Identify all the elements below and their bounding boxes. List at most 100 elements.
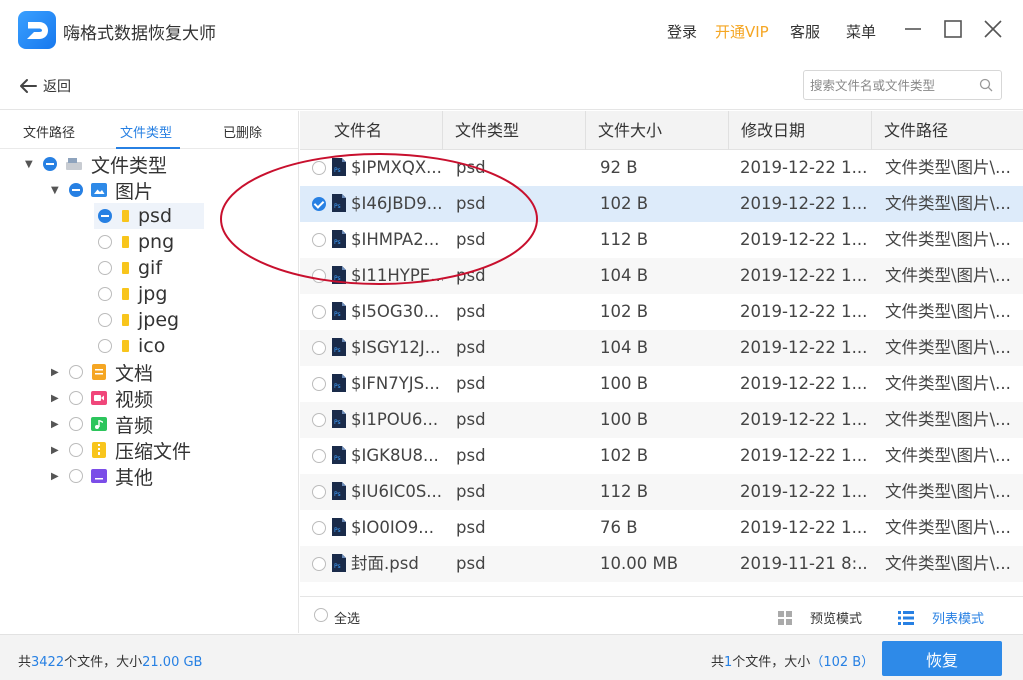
psd-checkbox[interactable] bbox=[98, 209, 112, 223]
column-header-size[interactable]: 文件大小 bbox=[586, 111, 729, 150]
tree-item-images[interactable]: ▼ 图片 bbox=[51, 177, 153, 203]
row-checkbox[interactable] bbox=[312, 305, 326, 319]
collapsed-arrow-icon[interactable]: ▶ bbox=[51, 367, 61, 378]
archive-checkbox[interactable] bbox=[69, 443, 83, 457]
column-header-name[interactable]: 文件名 bbox=[322, 111, 443, 150]
expanded-arrow-icon[interactable]: ▼ bbox=[25, 159, 35, 170]
search-input[interactable] bbox=[810, 76, 970, 94]
gif-checkbox[interactable] bbox=[98, 261, 112, 275]
close-icon[interactable] bbox=[982, 18, 1004, 40]
cell-file-name: $I1POU6... bbox=[351, 410, 439, 429]
search-icon[interactable] bbox=[979, 78, 993, 92]
svg-text:Ps: Ps bbox=[334, 419, 341, 426]
svg-text:Ps: Ps bbox=[334, 491, 341, 498]
tree-item-jpeg[interactable]: jpeg bbox=[98, 307, 179, 333]
search-box[interactable] bbox=[803, 70, 1002, 100]
row-checkbox[interactable] bbox=[312, 197, 326, 211]
tree-other-label: 其他 bbox=[115, 466, 154, 489]
images-checkbox[interactable] bbox=[69, 183, 83, 197]
tree-item-gif[interactable]: gif bbox=[98, 255, 162, 281]
minimize-icon[interactable] bbox=[902, 18, 924, 40]
row-checkbox[interactable] bbox=[312, 521, 326, 535]
table-row[interactable]: Ps $I1POU6... psd 100 B 2019-12-22 1... 文件类型\… bbox=[300, 402, 1023, 438]
selected-size: （102 B） bbox=[810, 655, 875, 670]
tree-item-jpg[interactable]: jpg bbox=[98, 281, 167, 307]
row-checkbox[interactable] bbox=[312, 557, 326, 571]
row-checkbox[interactable] bbox=[312, 341, 326, 355]
row-checkbox[interactable] bbox=[312, 485, 326, 499]
table-row[interactable]: Ps $IO0IO9... psd 76 B 2019-12-22 1... 文件类型\图… bbox=[300, 510, 1023, 546]
cell-file-size: 100 B bbox=[600, 410, 649, 429]
tree-item-other[interactable]: ▶ 其他 bbox=[51, 463, 153, 489]
jpg-checkbox[interactable] bbox=[98, 287, 112, 301]
table-row[interactable]: Ps $IGK8U8... psd 102 B 2019-12-22 1... 文件类型\… bbox=[300, 438, 1023, 474]
collapsed-arrow-icon[interactable]: ▶ bbox=[51, 445, 61, 456]
documents-checkbox[interactable] bbox=[69, 365, 83, 379]
archive-folder-icon bbox=[92, 442, 106, 458]
cell-file-path: 文件类型\图片\... bbox=[885, 266, 1011, 285]
row-checkbox[interactable] bbox=[312, 449, 326, 463]
recover-button[interactable]: 恢复 bbox=[882, 641, 1002, 676]
audio-checkbox[interactable] bbox=[69, 417, 83, 431]
expanded-arrow-icon[interactable]: ▼ bbox=[51, 185, 61, 196]
png-checkbox[interactable] bbox=[98, 235, 112, 249]
cell-file-name: $IPMXQX... bbox=[351, 158, 442, 177]
collapsed-arrow-icon[interactable]: ▶ bbox=[51, 419, 61, 430]
cell-file-path: 文件类型\图片\... bbox=[885, 482, 1011, 501]
table-row[interactable]: Ps $IU6IC0S... psd 112 B 2019-12-22 1... 文件类型… bbox=[300, 474, 1023, 510]
collapsed-arrow-icon[interactable]: ▶ bbox=[51, 471, 61, 482]
row-checkbox[interactable] bbox=[312, 377, 326, 391]
vip-link[interactable]: 开通VIP bbox=[715, 21, 769, 42]
row-checkbox[interactable] bbox=[312, 413, 326, 427]
row-checkbox[interactable] bbox=[312, 233, 326, 247]
column-header-type[interactable]: 文件类型 bbox=[443, 111, 586, 150]
login-link[interactable]: 登录 bbox=[667, 21, 697, 42]
tab-file-type[interactable]: 文件类型 bbox=[120, 122, 172, 141]
list-mode-button[interactable]: 列表模式 bbox=[898, 608, 984, 627]
tree-item-video[interactable]: ▶ 视频 bbox=[51, 385, 153, 411]
root-checkbox[interactable] bbox=[43, 157, 57, 171]
column-header-path[interactable]: 文件路径 bbox=[872, 111, 1023, 150]
tree-item-ico[interactable]: ico bbox=[98, 333, 165, 359]
back-button[interactable]: 返回 bbox=[19, 76, 71, 96]
tree-root[interactable]: ▼ 文件类型 bbox=[25, 151, 167, 177]
psd-file-icon: Ps bbox=[332, 518, 346, 536]
menu-link[interactable]: 菜单 bbox=[846, 21, 876, 42]
tree-item-documents[interactable]: ▶ 文档 bbox=[51, 359, 153, 385]
select-all-label[interactable]: 全选 bbox=[334, 608, 360, 627]
table-row[interactable]: Ps $I11HYPE... psd 104 B 2019-12-22 1... 文件类型… bbox=[300, 258, 1023, 294]
preview-mode-button[interactable]: 预览模式 bbox=[778, 608, 862, 627]
select-all-checkbox[interactable] bbox=[314, 608, 328, 622]
psd-file-icon: Ps bbox=[332, 194, 346, 212]
table-row[interactable]: Ps $IPMXQX... psd 92 B 2019-12-22 1... 文件类型\图… bbox=[300, 150, 1023, 186]
table-row[interactable]: Ps $I46JBD9... psd 102 B 2019-12-22 1... 文件类型… bbox=[300, 186, 1023, 222]
cell-file-path: 文件类型\图片\... bbox=[885, 410, 1011, 429]
tree-item-audio[interactable]: ▶ 音频 bbox=[51, 411, 153, 437]
ico-checkbox[interactable] bbox=[98, 339, 112, 353]
psd-file-icon: Ps bbox=[332, 554, 346, 572]
cell-file-size: 102 B bbox=[600, 446, 649, 465]
tree-item-archive[interactable]: ▶ 压缩文件 bbox=[51, 437, 191, 463]
column-header-date[interactable]: 修改日期 bbox=[729, 111, 872, 150]
table-row[interactable]: Ps $IFN7YJS... psd 100 B 2019-12-22 1... 文件类型… bbox=[300, 366, 1023, 402]
tree-item-png[interactable]: png bbox=[98, 229, 174, 255]
video-checkbox[interactable] bbox=[69, 391, 83, 405]
tab-file-path[interactable]: 文件路径 bbox=[23, 122, 75, 141]
cell-modified-date: 2019-12-22 1... bbox=[740, 374, 868, 393]
customer-service-link[interactable]: 客服 bbox=[790, 21, 820, 42]
jpeg-checkbox[interactable] bbox=[98, 313, 112, 327]
row-checkbox[interactable] bbox=[312, 161, 326, 175]
other-checkbox[interactable] bbox=[69, 469, 83, 483]
tree-item-psd[interactable]: psd bbox=[94, 203, 204, 229]
table-row[interactable]: Ps 封面.psd psd 10.00 MB 2019-11-21 8:... 文件类型\… bbox=[300, 546, 1023, 582]
tree-video-label: 视频 bbox=[115, 388, 154, 411]
table-row[interactable]: Ps $I5OG30... psd 102 B 2019-12-22 1... 文件类型\… bbox=[300, 294, 1023, 330]
row-checkbox[interactable] bbox=[312, 269, 326, 283]
table-row[interactable]: Ps $IHMPA2... psd 112 B 2019-12-22 1... 文件类型\… bbox=[300, 222, 1023, 258]
table-row[interactable]: Ps $ISGY12J... psd 104 B 2019-12-22 1... 文件类型… bbox=[300, 330, 1023, 366]
drive-icon bbox=[66, 158, 82, 170]
maximize-icon[interactable] bbox=[942, 18, 964, 40]
collapsed-arrow-icon[interactable]: ▶ bbox=[51, 393, 61, 404]
tab-deleted[interactable]: 已删除 bbox=[223, 122, 262, 141]
psd-file-icon: Ps bbox=[332, 410, 346, 428]
